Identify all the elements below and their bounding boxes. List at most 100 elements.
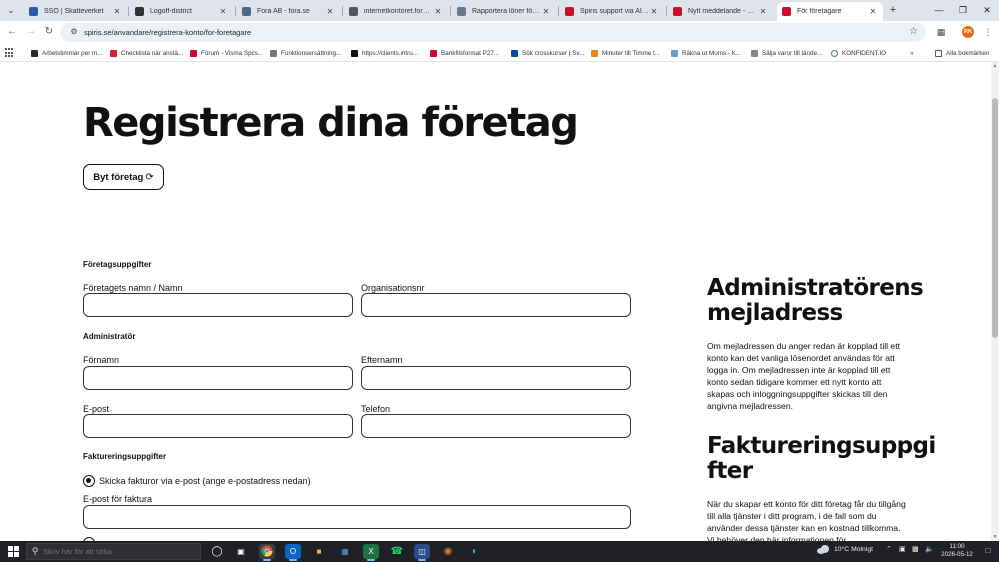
store-icon[interactable]: ▦	[337, 544, 353, 559]
app-orange-icon[interactable]: ◉	[440, 544, 456, 559]
taskbar-clock[interactable]: 11:00 2026-05-12	[937, 543, 977, 559]
outlook-taskbar-icon[interactable]: O	[285, 544, 301, 561]
restore-icon[interactable]: ❐	[951, 2, 975, 19]
bookmark-label: Checklista när anstä...	[121, 49, 184, 57]
first-name-input[interactable]	[83, 366, 353, 390]
remote-app-icon[interactable]: ◫	[414, 544, 430, 561]
bookmark-item[interactable]: Minuter till Timme t...	[591, 47, 660, 59]
apps-grid-icon[interactable]	[5, 48, 15, 58]
cortana-icon[interactable]: ◯	[209, 544, 225, 559]
taskbar-search-input[interactable]	[43, 547, 193, 556]
close-icon[interactable]: ✕	[758, 7, 768, 16]
tab-4[interactable]: Rapportera löner för arbe ✕	[452, 2, 556, 21]
tab-1[interactable]: Logoff-district ✕	[130, 2, 233, 21]
notification-icon[interactable]: □	[983, 546, 993, 556]
bookmark-favicon	[270, 49, 277, 57]
bookmark-item[interactable]: Sök crosskurser | Sv...	[511, 47, 584, 59]
tab-7-active[interactable]: För företagare ✕	[777, 2, 883, 21]
more-menu-icon[interactable]: ⋮	[981, 25, 995, 39]
url-text[interactable]: spiris.se/anvandare/registrera-konto/for…	[84, 28, 251, 37]
last-name-input[interactable]	[361, 366, 631, 390]
tab-separator	[666, 6, 667, 16]
close-icon[interactable]: ✕	[325, 7, 335, 16]
whatsapp-icon[interactable]: ☎	[389, 544, 405, 559]
close-icon[interactable]: ✕	[112, 7, 122, 16]
tab-title: För företagare	[797, 8, 842, 15]
profile-avatar[interactable]: RK	[962, 26, 974, 38]
search-icon: ⚲	[31, 546, 39, 556]
back-arrow-icon[interactable]: ←	[5, 25, 19, 39]
scrollbar-thumb[interactable]	[992, 98, 998, 338]
clock-date: 2026-05-12	[941, 551, 973, 558]
bookmark-item[interactable]: KONFIDENT.IO	[831, 47, 886, 59]
tab-0[interactable]: SSO | Skatteverket ✕	[24, 2, 127, 21]
bookmark-item[interactable]: Checklista när anstä...	[110, 47, 183, 59]
switch-company-button[interactable]: Byt företag ⟳	[83, 164, 164, 190]
window-close-icon[interactable]: ✕	[975, 2, 999, 19]
email-input[interactable]	[83, 414, 353, 438]
tab-5[interactable]: Spiris support via AI-chatt ✕	[560, 2, 664, 21]
browser-toolbar: ← → ↻ ⚙ spiris.se/anvandare/registrera-k…	[0, 21, 999, 44]
scroll-down-arrow-icon[interactable]: ▼	[991, 533, 999, 541]
tab-search-chevron-icon[interactable]: ⌄	[3, 3, 19, 18]
section-admin: Administratör	[83, 332, 136, 341]
display-icon[interactable]: ▩	[912, 545, 919, 553]
extensions-icon[interactable]: ▦	[934, 25, 948, 39]
bookmark-item[interactable]: https://clients.intru...	[351, 47, 418, 59]
bookmark-label: Räkna ut Moms - K...	[682, 49, 742, 57]
tray-chevron-icon[interactable]: ⌃	[886, 545, 892, 553]
bookmark-item[interactable]: Funktionsersättning...	[270, 47, 341, 59]
tab-favicon	[782, 7, 791, 16]
minimize-icon[interactable]: —	[927, 2, 951, 19]
excel-taskbar-icon[interactable]: X	[363, 544, 379, 561]
reload-icon[interactable]: ↻	[42, 25, 56, 39]
close-icon[interactable]: ✕	[218, 7, 228, 16]
billing-heading: Faktureringsuppgi fter	[707, 433, 936, 484]
edge-icon[interactable]: ◑	[465, 544, 481, 559]
new-tab-plus-icon[interactable]: +	[887, 3, 899, 18]
phone-input[interactable]	[361, 414, 631, 438]
radio-checked-icon[interactable]	[83, 475, 95, 487]
bookmarks-overflow-icon[interactable]: »	[910, 47, 914, 59]
radio-email-invoice[interactable]: Skicka fakturor via e-post (ange e-posta…	[83, 475, 311, 487]
chrome-taskbar-icon[interactable]	[259, 544, 275, 561]
network-icon[interactable]: ▣	[899, 545, 906, 553]
tab-6[interactable]: Nytt meddelande - Spiris ✕	[668, 2, 773, 21]
site-info-icon[interactable]: ⚙	[68, 26, 80, 38]
scroll-up-arrow-icon[interactable]: ▲	[991, 62, 999, 70]
weather-widget[interactable]: 10°C Molnigt	[817, 545, 873, 554]
volume-icon[interactable]: 🔈	[925, 545, 934, 553]
bookmark-favicon	[511, 49, 518, 57]
tab-3[interactable]: internetkontoret.fora.se/i ✕	[344, 2, 448, 21]
address-bar[interactable]: ⚙ spiris.se/anvandare/registrera-konto/f…	[60, 23, 926, 42]
close-icon[interactable]: ✕	[541, 7, 551, 16]
bookmark-star-icon[interactable]: ☆	[909, 26, 918, 38]
tab-separator	[450, 6, 451, 16]
phone-label: Telefon	[361, 404, 391, 414]
bookmark-item[interactable]: Sälja varor till lände...	[751, 47, 822, 59]
tab-2[interactable]: Fora AB - fora.se ✕	[237, 2, 340, 21]
close-icon[interactable]: ✕	[433, 7, 443, 16]
bookmark-item[interactable]: Forum - Visma Spcs...	[190, 47, 263, 59]
windows-start-icon[interactable]	[8, 546, 19, 557]
bookmark-item[interactable]: Bankfilsformat P27...	[430, 47, 499, 59]
org-number-input[interactable]	[361, 293, 631, 317]
task-view-icon[interactable]: ▣	[233, 544, 249, 559]
close-icon[interactable]: ✕	[868, 7, 878, 16]
invoice-email-label: E-post för faktura	[83, 494, 153, 504]
forward-arrow-icon[interactable]: →	[24, 25, 38, 39]
all-bookmarks-button[interactable]: Alla bokmärken	[935, 47, 989, 59]
bookmark-item[interactable]: Arbetstimmar per m...	[31, 47, 103, 59]
taskbar-search[interactable]: ⚲	[26, 543, 201, 560]
bookmark-label: https://clients.intru...	[362, 49, 418, 57]
bookmark-label: Funktionsersättning...	[281, 49, 342, 57]
close-icon[interactable]: ✕	[649, 7, 659, 16]
admin-email-text: Om mejladressen du anger redan är koppla…	[707, 341, 900, 411]
bookmark-item[interactable]: Räkna ut Moms - K...	[671, 47, 741, 59]
invoice-email-input[interactable]	[83, 505, 631, 529]
company-name-input[interactable]	[83, 293, 353, 317]
file-explorer-icon[interactable]: ■	[311, 544, 327, 559]
tab-separator	[235, 6, 236, 16]
page-scrollbar[interactable]: ▲ ▼	[991, 62, 999, 541]
page-content: Registrera dina företag Byt företag ⟳ Fö…	[0, 62, 991, 541]
